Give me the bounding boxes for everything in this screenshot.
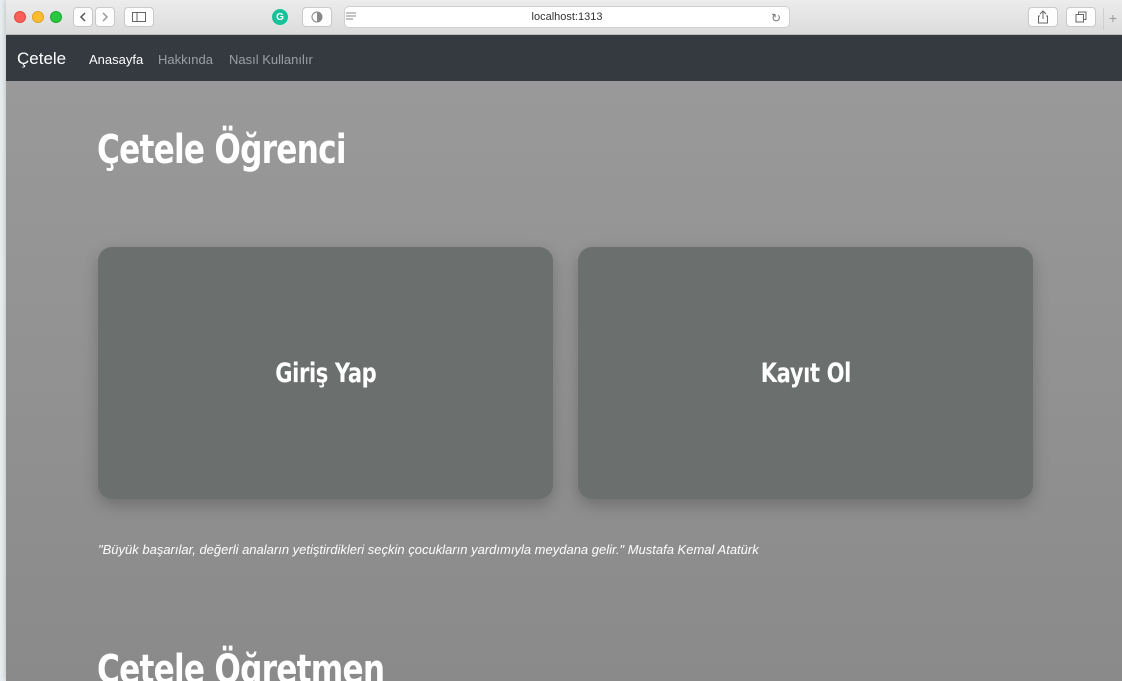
login-card-label: Giriş Yap xyxy=(274,357,377,389)
address-bar[interactable]: localhost:1313 ↻ xyxy=(344,6,790,28)
student-section-title: Çetele Öğrenci xyxy=(97,127,347,173)
register-card-label: Kayıt Ol xyxy=(760,357,851,389)
close-window-button[interactable] xyxy=(14,11,26,23)
main-content: Çetele Öğrenci Giriş Yap Kayıt Ol "Büyük… xyxy=(6,81,1122,681)
url-text: localhost:1313 xyxy=(531,11,603,23)
share-icon xyxy=(1038,10,1048,24)
zoom-window-button[interactable] xyxy=(50,11,62,23)
sidebar-icon xyxy=(132,12,146,22)
navbar-brand[interactable]: Çetele xyxy=(17,49,66,69)
tabs-overview-button[interactable] xyxy=(1066,7,1096,27)
nav-link-hakkinda[interactable]: Hakkında xyxy=(158,52,213,67)
teacher-section-title: Çetele Öğretmen xyxy=(97,647,385,681)
nav-link-anasayfa[interactable]: Anasayfa xyxy=(89,52,143,67)
tabs-icon xyxy=(1075,11,1087,23)
browser-toolbar: G localhost:1313 ↻ + xyxy=(6,0,1122,35)
share-button[interactable] xyxy=(1028,7,1058,27)
sidebar-button[interactable] xyxy=(124,7,154,27)
half-circle-icon xyxy=(311,11,323,23)
nav-link-nasil-kullanilir[interactable]: Nasıl Kullanılır xyxy=(229,52,313,67)
register-card-button[interactable]: Kayıt Ol xyxy=(578,247,1033,499)
navbar: Çetele Anasayfa Hakkında Nasıl Kullanılı… xyxy=(6,35,1122,81)
grammarly-extension-icon[interactable]: G xyxy=(272,9,288,25)
back-button[interactable] xyxy=(73,7,93,27)
privacy-extension-button[interactable] xyxy=(302,7,332,27)
chevron-right-icon xyxy=(102,12,109,22)
reload-icon[interactable]: ↻ xyxy=(771,11,781,25)
new-tab-button[interactable]: + xyxy=(1103,8,1122,30)
browser-window: G localhost:1313 ↻ + Çetele Anasayfa Hak… xyxy=(6,0,1122,681)
forward-button[interactable] xyxy=(95,7,115,27)
ataturk-quote: "Büyük başarılar, değerli anaların yetiş… xyxy=(98,542,759,557)
minimize-window-button[interactable] xyxy=(32,11,44,23)
chevron-left-icon xyxy=(79,12,86,22)
login-card-button[interactable]: Giriş Yap xyxy=(98,247,553,499)
